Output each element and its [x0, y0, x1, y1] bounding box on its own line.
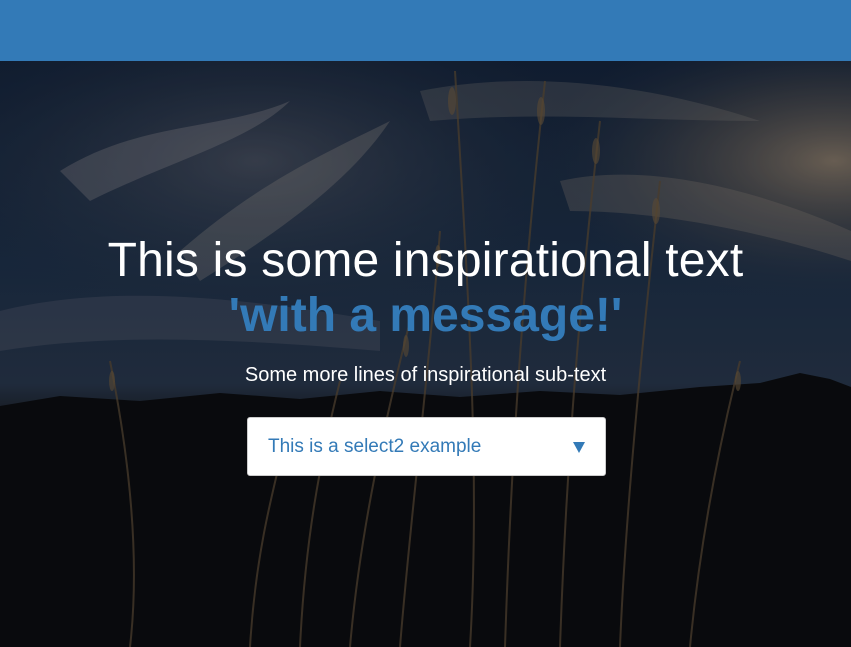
select2-dropdown[interactable]: This is a select2 example — [247, 417, 606, 476]
hero-subtext: Some more lines of inspirational sub-tex… — [244, 364, 607, 386]
caret-down-icon — [573, 442, 585, 453]
hero-headline-accent: 'with a message!' — [228, 289, 623, 342]
hero-background-image — [0, 61, 851, 647]
select2-selected-value: This is a select2 example — [268, 436, 482, 457]
hero-section: This is some inspirational text 'with a … — [0, 61, 851, 647]
top-navbar — [0, 0, 851, 61]
hero-headline: This is some inspirational text — [107, 234, 744, 287]
